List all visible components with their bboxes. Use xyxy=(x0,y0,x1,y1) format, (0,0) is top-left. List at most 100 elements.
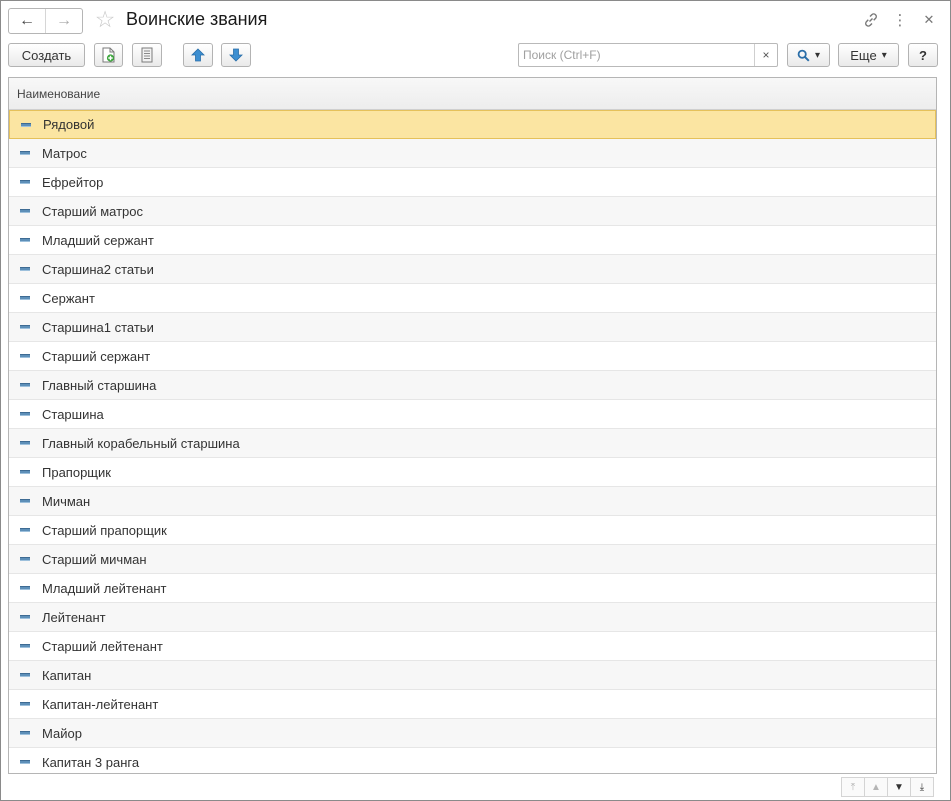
triangle-up-icon: ▲ xyxy=(871,781,881,793)
row-label: Старший сержант xyxy=(42,348,151,364)
ranks-table: Наименование Рядовой Матрос Ефрейтор Старши… xyxy=(8,77,937,774)
table-row[interactable]: Прапорщик xyxy=(9,458,936,487)
table-row[interactable]: Сержант xyxy=(9,284,936,313)
row-label: Капитан-лейтенант xyxy=(42,696,159,712)
table-row[interactable]: Лейтенант xyxy=(9,603,936,632)
row-label: Сержант xyxy=(42,290,95,306)
row-label: Ефрейтор xyxy=(42,174,104,190)
row-label: Старший матрос xyxy=(42,203,144,219)
table-row[interactable]: Старший лейтенант xyxy=(9,632,936,661)
create-button[interactable]: Создать xyxy=(8,43,85,67)
element-icon xyxy=(20,528,30,532)
arrow-down-icon xyxy=(229,48,243,62)
row-label: Старшина xyxy=(42,406,104,422)
element-icon xyxy=(20,209,30,213)
table-row[interactable]: Матрос xyxy=(9,139,936,168)
element-icon xyxy=(20,731,30,735)
table-row[interactable]: Старший матрос xyxy=(9,197,936,226)
table-row[interactable]: Главный корабельный старшина xyxy=(9,429,936,458)
element-icon xyxy=(20,267,30,271)
form-window: ← → ☆ Воинские звания ⋮ ✕ Создать Поиск … xyxy=(0,0,951,801)
list-document-icon xyxy=(141,47,153,63)
scroll-first-button[interactable]: ⤒ xyxy=(841,777,865,797)
row-label: Прапорщик xyxy=(42,464,111,480)
scroll-down-button[interactable]: ▼ xyxy=(887,777,911,797)
table-row[interactable]: Старший сержант xyxy=(9,342,936,371)
row-label: Главный старшина xyxy=(42,377,157,393)
element-icon xyxy=(20,702,30,706)
scroll-up-button[interactable]: ▲ xyxy=(864,777,888,797)
element-icon xyxy=(21,122,31,127)
link-button[interactable] xyxy=(861,10,881,30)
search-clear-button[interactable]: × xyxy=(754,44,777,66)
table-body: Рядовой Матрос Ефрейтор Старший матрос Младш… xyxy=(9,110,936,773)
element-icon xyxy=(20,296,30,300)
search-options-button[interactable]: ▾ xyxy=(787,43,830,67)
table-row[interactable]: Мичман xyxy=(9,487,936,516)
table-row[interactable]: Старшина xyxy=(9,400,936,429)
table-row[interactable]: Младший лейтенант xyxy=(9,574,936,603)
more-menu-button[interactable]: ⋮ xyxy=(890,10,910,30)
add-document-icon xyxy=(102,47,114,63)
row-label: Майор xyxy=(42,725,82,741)
table-row[interactable]: Старшина2 статьи xyxy=(9,255,936,284)
element-icon xyxy=(20,383,30,387)
back-button[interactable]: ← xyxy=(9,9,45,33)
table-row[interactable]: Старший прапорщик xyxy=(9,516,936,545)
element-icon xyxy=(20,586,30,590)
row-label: Старший мичман xyxy=(42,551,147,567)
table-row[interactable]: Капитан xyxy=(9,661,936,690)
element-icon xyxy=(20,441,30,445)
arrow-up-icon xyxy=(191,48,205,62)
move-down-button[interactable] xyxy=(221,43,251,67)
clear-icon: × xyxy=(762,48,770,62)
row-label: Рядовой xyxy=(43,117,95,132)
forward-button[interactable]: → xyxy=(45,9,82,33)
more-button-label: Еще xyxy=(850,47,877,63)
element-icon xyxy=(20,615,30,619)
row-label: Капитан 3 ранга xyxy=(42,754,140,770)
row-label: Старший прапорщик xyxy=(42,522,167,538)
help-button[interactable]: ? xyxy=(908,43,938,67)
table-row[interactable]: Старший мичман xyxy=(9,545,936,574)
table-row[interactable]: Ефрейтор xyxy=(9,168,936,197)
triangle-down-icon: ▼ xyxy=(894,781,904,793)
row-label: Старшина2 статьи xyxy=(42,261,154,277)
row-label: Старший лейтенант xyxy=(42,638,163,654)
scroll-to-bottom-icon: ⤓ xyxy=(919,781,925,793)
element-icon xyxy=(20,412,30,416)
table-row[interactable]: Старшина1 статьи xyxy=(9,313,936,342)
scroll-last-button[interactable]: ⤓ xyxy=(910,777,934,797)
table-row[interactable]: Капитан 3 ранга xyxy=(9,748,936,773)
row-label: Матрос xyxy=(42,145,87,161)
close-button[interactable]: ✕ xyxy=(919,10,939,30)
list-view-button[interactable] xyxy=(132,43,162,67)
navigation-group: ← → xyxy=(8,8,83,34)
search-box: × xyxy=(518,43,778,67)
command-bar: Создать Поиск (Ctrl+F) × ▾ Еще ▾ ? xyxy=(1,41,950,71)
row-label: Младший лейтенант xyxy=(42,580,167,596)
forward-arrow-icon: → xyxy=(56,12,72,29)
row-label: Мичман xyxy=(42,493,91,509)
element-icon xyxy=(20,760,30,764)
table-row[interactable]: Младший сержант xyxy=(9,226,936,255)
row-label: Старшина1 статьи xyxy=(42,319,154,335)
table-row[interactable]: Рядовой xyxy=(9,110,936,139)
help-button-label: ? xyxy=(919,47,927,63)
scroll-to-top-icon: ⤒ xyxy=(850,781,856,793)
magnifier-icon xyxy=(797,49,810,62)
column-header-name[interactable]: Наименование xyxy=(9,78,936,110)
table-row[interactable]: Капитан-лейтенант xyxy=(9,690,936,719)
element-icon xyxy=(20,499,30,503)
table-row[interactable]: Главный старшина xyxy=(9,371,936,400)
search-input[interactable] xyxy=(519,44,755,66)
create-copy-button[interactable] xyxy=(94,43,123,67)
move-up-button[interactable] xyxy=(183,43,213,67)
more-button[interactable]: Еще ▾ xyxy=(838,43,899,67)
table-row[interactable]: Майор xyxy=(9,719,936,748)
favorite-star-icon[interactable]: ☆ xyxy=(93,7,117,31)
close-icon: ✕ xyxy=(923,12,935,27)
page-title: Воинские звания xyxy=(126,9,268,29)
element-icon xyxy=(20,238,30,242)
row-label: Главный корабельный старшина xyxy=(42,435,240,451)
